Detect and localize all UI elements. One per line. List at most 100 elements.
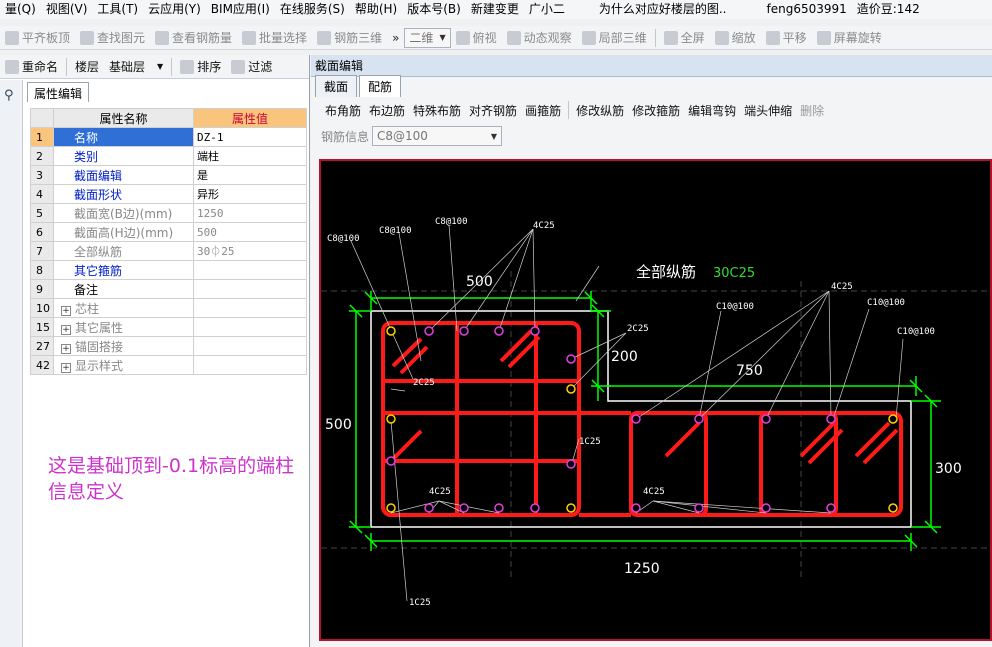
pan-button[interactable]: 平移	[761, 27, 812, 49]
menu-item-cloud[interactable]: 云应用(Y)	[143, 0, 206, 19]
delete-button[interactable]: 删除	[796, 99, 828, 121]
table-row[interactable]: 42 + 显示样式	[30, 355, 307, 375]
menu-item-bim[interactable]: BIM应用(I)	[206, 0, 275, 19]
menu-item-version[interactable]: 版本号(B)	[402, 0, 466, 19]
corner-bar-button[interactable]: 布角筋	[321, 99, 365, 121]
flush-icon	[5, 30, 19, 45]
rebar-label: 1C25	[409, 598, 431, 608]
more-chevron-icon[interactable]: »	[387, 27, 404, 49]
menu-item-guangxiaoer[interactable]: 广小二	[524, 0, 570, 19]
rebar-label: C10@100	[716, 302, 754, 312]
leader-line	[652, 500, 832, 514]
dim-step: 200	[611, 349, 638, 365]
search-icon[interactable]: ⚲	[4, 88, 22, 103]
modify-long-bar-button[interactable]: 修改纵筋	[572, 99, 628, 121]
edit-hook-button[interactable]: 编辑弯钩	[684, 99, 740, 121]
rebar-dot	[566, 354, 576, 364]
section-drawing[interactable]: 500 200 750 500 300 1250 全部纵筋 30C25 C8@1…	[321, 161, 990, 639]
rebar-info-label: 钢筋信息	[321, 129, 370, 144]
batch-select-button[interactable]: 批量选择	[237, 27, 312, 49]
edge-bar-button[interactable]: 布边筋	[365, 99, 409, 121]
expand-icon[interactable]: +	[61, 305, 71, 316]
table-row[interactable]: 10 + 芯柱	[30, 298, 307, 318]
view-mode-select[interactable]: 二维 ▼	[404, 27, 451, 48]
sort-button[interactable]: 排序	[175, 56, 226, 78]
rebar-info-select[interactable]: C8@100 ▼	[372, 126, 503, 146]
drawing-canvas[interactable]: 500 200 750 500 300 1250 全部纵筋 30C25 C8@1…	[319, 159, 992, 641]
stirrup-inner	[759, 411, 838, 517]
local-3d-button[interactable]: 局部三维	[577, 27, 652, 49]
find-element-button[interactable]: 查找图元	[75, 27, 150, 49]
stirrups	[381, 321, 903, 517]
top-view-button[interactable]: 俯视	[451, 27, 502, 49]
table-row[interactable]: 3 截面编辑 是	[30, 165, 307, 185]
user-name[interactable]: feng6503991	[761, 0, 851, 19]
rebar-dot	[694, 503, 704, 513]
menu-item-online[interactable]: 在线服务(S)	[275, 0, 350, 19]
dynamic-observe-button[interactable]: 动态观察	[502, 27, 577, 49]
floor-select[interactable]: 基础层 ▼	[104, 56, 168, 78]
end-stretch-button[interactable]: 端头伸缩	[740, 99, 796, 121]
draw-stirrup-button[interactable]: 画箍筋	[521, 99, 565, 121]
table-row[interactable]: 27 + 锚固搭接	[30, 336, 307, 356]
zoom-button[interactable]: 缩放	[710, 27, 761, 49]
rebar-dot	[424, 503, 434, 513]
screen-rotate-button[interactable]: 屏幕旋转	[812, 27, 887, 49]
rebar-dot	[566, 384, 576, 394]
leader-line	[765, 290, 830, 420]
menu-item-help[interactable]: 帮助(H)	[350, 0, 402, 19]
property-value-header: 属性值	[193, 108, 307, 128]
fullscreen-button[interactable]: 全屏	[659, 27, 710, 49]
document-title[interactable]: 为什么对应好楼层的图..	[594, 0, 732, 19]
rebar-label: C8@100	[379, 226, 412, 236]
table-row[interactable]: 15 + 其它属性	[30, 317, 307, 337]
expand-icon[interactable]: +	[61, 343, 71, 354]
rebar-dot	[494, 503, 504, 513]
all-long-bar-value: 30C25	[713, 266, 755, 281]
hook-mark	[399, 345, 429, 375]
special-bar-button[interactable]: 特殊布筋	[409, 99, 465, 121]
dim-left-height: 500	[325, 417, 352, 433]
orbit-icon	[506, 30, 521, 45]
rebar-label: 1C25	[579, 437, 601, 447]
table-row[interactable]: 9 备注	[30, 279, 307, 299]
leader-line	[398, 232, 422, 362]
table-row[interactable]: 1 名称 DZ-1	[30, 127, 307, 147]
expand-icon[interactable]: +	[61, 324, 71, 335]
table-row[interactable]: 5 截面宽(B边)(mm) 1250	[30, 203, 307, 223]
select-icon	[242, 30, 257, 45]
menu-item-view[interactable]: 视图(V)	[41, 0, 93, 19]
tab-section[interactable]: 截面	[315, 75, 358, 97]
rebar-dot	[888, 503, 898, 513]
table-row[interactable]: 7 全部纵筋 30⏀25	[30, 241, 307, 261]
toolbar-divider	[654, 28, 656, 47]
hook-mark	[862, 428, 899, 465]
row-num-header	[30, 108, 54, 128]
section-editor: 截面编辑 截面 配筋 布角筋 布边筋 特殊布筋 对齐钢筋 画箍筋 修改纵筋 修改…	[311, 55, 992, 647]
rebar-label: C8@100	[435, 217, 468, 227]
flush-slab-top-button[interactable]: 平齐板顶	[0, 27, 75, 49]
table-row[interactable]: 4 截面形状 异形	[30, 184, 307, 204]
rebar-3d-button[interactable]: 钢筋三维	[312, 27, 387, 49]
view-rebar-qty-button[interactable]: 查看钢筋量	[150, 27, 237, 49]
menu-item-tools[interactable]: 工具(T)	[92, 0, 143, 19]
property-grid: 属性名称 属性值 1 名称 DZ-1 2 类别 端柱 3 截面编辑 是 4 截面…	[30, 108, 307, 375]
tab-reinforcement[interactable]: 配筋	[359, 75, 402, 97]
expand-icon[interactable]: +	[61, 362, 71, 373]
modify-stirrup-button[interactable]: 修改箍筋	[628, 99, 684, 121]
rename-button[interactable]: 重命名	[0, 56, 63, 78]
dim-width-top: 500	[466, 274, 493, 290]
rebar-dot	[826, 503, 836, 513]
tab-property-edit[interactable]: 属性编辑	[27, 82, 90, 102]
hook-mark	[664, 421, 701, 458]
rebar-dot	[386, 414, 396, 424]
table-row[interactable]: 8 其它箍筋	[30, 260, 307, 280]
menu-item-new-change[interactable]: 新建变更	[466, 0, 524, 19]
rebar-icon	[155, 30, 170, 45]
section-tabs: 截面 配筋	[311, 75, 992, 97]
table-row[interactable]: 6 截面高(H边)(mm) 500	[30, 222, 307, 242]
menu-item-quantity[interactable]: 量(Q)	[0, 0, 41, 19]
table-row[interactable]: 2 类别 端柱	[30, 146, 307, 166]
align-bar-button[interactable]: 对齐钢筋	[465, 99, 521, 121]
filter-button[interactable]: 过滤	[226, 56, 277, 78]
